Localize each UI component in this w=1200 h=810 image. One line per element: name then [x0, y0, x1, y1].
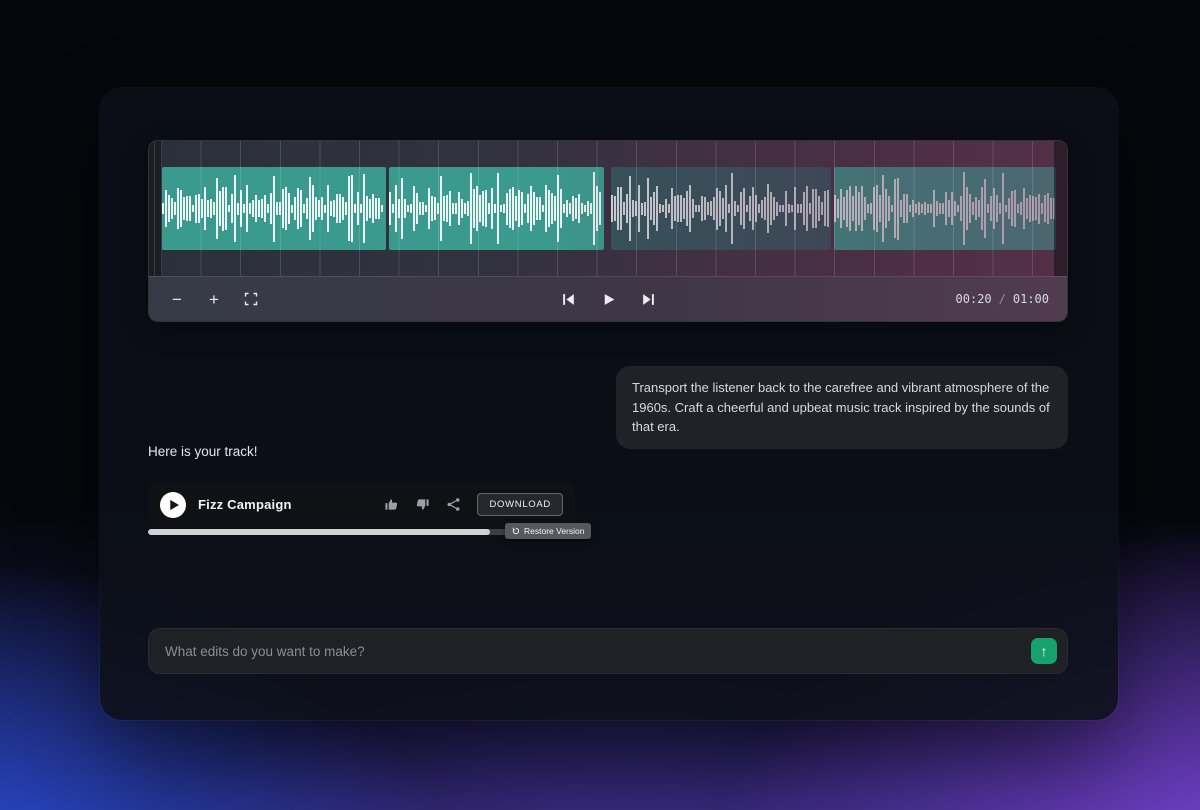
send-button[interactable]: ↑ [1031, 638, 1057, 664]
waveform-area[interactable] [149, 141, 1067, 276]
trim-handle-left[interactable] [149, 141, 162, 276]
share-button[interactable] [446, 497, 461, 512]
waveform-segment[interactable] [834, 167, 1056, 250]
zoom-in-icon: + [209, 291, 219, 308]
thumbs-up-icon [384, 497, 399, 512]
expand-icon [244, 292, 258, 306]
edit-input[interactable] [165, 644, 1031, 659]
main-panel: − + [100, 88, 1118, 720]
restore-icon [512, 527, 520, 535]
arrow-up-icon: ↑ [1041, 643, 1048, 659]
download-button[interactable]: DOWNLOAD [477, 493, 563, 516]
time-total: 01:00 [1013, 292, 1049, 306]
restore-tooltip-label: Restore Version [524, 526, 584, 536]
track-progress-fill [148, 529, 490, 535]
time-display: 00:20 / 01:00 [956, 292, 1049, 306]
assistant-message: Here is your track! [148, 444, 258, 459]
skip-back-icon [561, 292, 576, 307]
thumbs-down-icon [415, 497, 430, 512]
zoom-in-button[interactable]: + [204, 289, 224, 309]
skip-forward-icon [641, 292, 656, 307]
waveform-segment[interactable] [389, 167, 604, 250]
trim-handle-right[interactable] [1054, 141, 1067, 276]
track-play-button[interactable] [160, 492, 186, 518]
share-icon [446, 497, 461, 512]
waveform-segment[interactable] [162, 167, 386, 250]
thumbs-down-button[interactable] [415, 497, 430, 512]
time-current: 00:20 [956, 292, 992, 306]
track-title: Fizz Campaign [198, 497, 292, 512]
track-card: Fizz Campaign DOWNLOAD [148, 482, 575, 527]
waveform-editor: − + [148, 140, 1068, 322]
zoom-controls: − + [167, 289, 261, 309]
time-separator: / [999, 292, 1006, 306]
waveform-segment[interactable] [611, 167, 831, 250]
waveform-clips [162, 167, 1056, 250]
track-actions: DOWNLOAD [384, 493, 563, 516]
skip-forward-button[interactable] [638, 289, 658, 309]
transport-controls [558, 289, 658, 309]
play-button[interactable] [598, 289, 618, 309]
thumbs-up-button[interactable] [384, 497, 399, 512]
edit-composer: ↑ [148, 628, 1068, 674]
skip-back-button[interactable] [558, 289, 578, 309]
play-icon [601, 292, 616, 307]
restore-version-tooltip: Restore Version [505, 523, 591, 539]
fit-view-button[interactable] [241, 289, 261, 309]
zoom-out-button[interactable]: − [167, 289, 187, 309]
user-message-bubble: Transport the listener back to the caref… [616, 366, 1068, 449]
zoom-out-icon: − [172, 291, 182, 308]
waveform-toolbar: − + [149, 276, 1067, 321]
